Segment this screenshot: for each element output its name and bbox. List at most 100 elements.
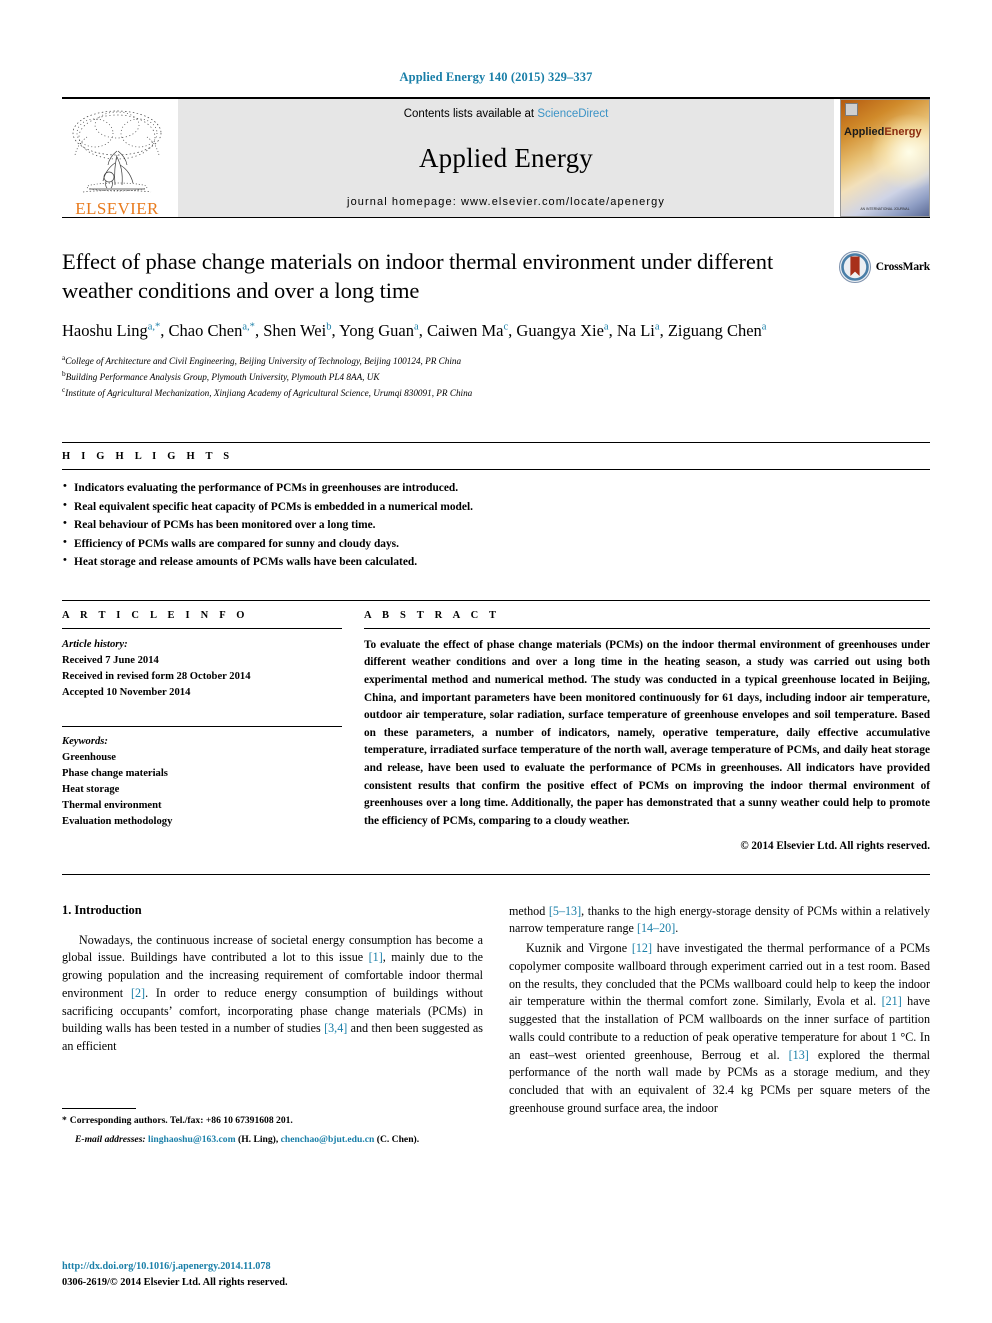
info-abstract-section: A R T I C L E I N F O Article history: R… <box>62 599 930 852</box>
citation-link[interactable]: [12] <box>632 941 652 955</box>
elsevier-tree-icon <box>72 110 162 193</box>
keyword-item: Heat storage <box>62 784 120 796</box>
highlights-list: Indicators evaluating the performance of… <box>62 478 930 571</box>
paragraph-text: . <box>675 921 679 936</box>
author-affiliation-marker: b <box>326 321 332 333</box>
issn-copyright: 0306-2619/© 2014 Elsevier Ltd. All right… <box>62 1276 288 1288</box>
author-affiliation-marker: c <box>503 321 509 333</box>
paper-page: Applied Energy 140 (2015) 329–337 ELSEVI… <box>0 0 992 1323</box>
abstract-text: To evaluate the effect of phase change m… <box>364 638 930 827</box>
body-top-rule <box>62 873 930 875</box>
article-history-block: Article history: Received 7 June 2014 Rec… <box>62 637 342 701</box>
citation-link[interactable]: [3,4] <box>324 1021 347 1035</box>
abstract-column: A B S T R A C T To evaluate the effect o… <box>364 610 930 852</box>
abstract-rule <box>364 627 930 629</box>
footnote-star: * <box>62 1114 67 1126</box>
keyword-item: Phase change materials <box>62 768 168 780</box>
journal-cover-thumbnail: AppliedEnergy AN INTERNATIONAL JOURNAL <box>840 99 930 217</box>
page-footer: http://dx.doi.org/10.1016/j.apenergy.201… <box>62 1260 288 1290</box>
highlight-item: Efficiency of PCMs walls are compared fo… <box>62 534 930 553</box>
elsevier-logo: ELSEVIER <box>62 99 172 217</box>
intro-paragraph-left: Nowadays, the continuous increase of soc… <box>62 932 483 1056</box>
body-column-right: method [5–13], thanks to the high energy… <box>509 903 930 1148</box>
paragraph-text: Kuznik and Virgone <box>526 941 632 956</box>
cover-emblem-icon <box>845 103 858 116</box>
footnote-emails: E-mail addresses: linghaoshu@163.com (H.… <box>62 1133 483 1147</box>
elsevier-wordmark: ELSEVIER <box>75 199 159 218</box>
journal-banner: Contents lists available at ScienceDirec… <box>178 99 834 217</box>
body-column-left: 1. Introduction Nowadays, the continuous… <box>62 903 483 1148</box>
footnote-block: * Corresponding authors. Tel./fax: +86 10… <box>62 1107 483 1148</box>
crossmark-badge[interactable]: CrossMark <box>822 248 930 400</box>
abstract-copyright: © 2014 Elsevier Ltd. All rights reserved… <box>740 839 930 852</box>
article-info-heading: A R T I C L E I N F O <box>62 609 249 621</box>
page-title: Effect of phase change materials on indo… <box>62 249 774 303</box>
keywords-rule <box>62 726 342 728</box>
keywords-label: Keywords: <box>62 736 108 748</box>
history-lines: Received 7 June 2014 Received in revised … <box>62 653 342 701</box>
author-affiliation-marker: a,* <box>242 321 255 333</box>
footnote-corresponding-text: Corresponding authors. Tel./fax: +86 10 … <box>69 1114 293 1126</box>
article-info-column: A R T I C L E I N F O Article history: R… <box>62 610 364 852</box>
author-list: Haoshu Linga,*, Chao Chena,*, Shen Weib,… <box>62 321 767 341</box>
citation-link[interactable]: [14–20] <box>637 921 675 935</box>
author-name: Na Li <box>616 321 655 341</box>
keyword-item: Evaluation methodology <box>62 815 173 827</box>
author-name: Guangya Xie <box>516 321 604 341</box>
author-affiliation-marker: a <box>414 321 419 333</box>
author-affiliation-marker: a <box>603 321 609 333</box>
affiliation-line: aCollege of Architecture and Civil Engin… <box>62 352 462 366</box>
body-columns: 1. Introduction Nowadays, the continuous… <box>62 903 930 1148</box>
author-name: Shen Wei <box>263 321 327 341</box>
citation-link[interactable]: [21] <box>882 994 902 1008</box>
keywords-block: Keywords: Greenhouse Phase change materia… <box>62 734 342 829</box>
author-affiliation-marker: a <box>654 321 660 333</box>
citation-link[interactable]: [1] <box>369 950 383 964</box>
email-owner-2: (C. Chen). <box>376 1134 420 1146</box>
author-name: Yong Guan <box>339 321 414 341</box>
history-line: Received 7 June 2014 <box>62 654 159 666</box>
journal-masthead: ELSEVIER Contents lists available at Sci… <box>62 97 930 217</box>
affiliation-list: aCollege of Architecture and Civil Engin… <box>62 352 812 401</box>
affiliation-line: cInstitute of Agricultural Mechanization… <box>62 385 473 399</box>
cover-title: AppliedEnergy <box>844 126 922 138</box>
sciencedirect-link[interactable]: ScienceDirect <box>537 108 608 120</box>
crossmark-label: CrossMark <box>875 261 930 273</box>
doi-link[interactable]: http://dx.doi.org/10.1016/j.apenergy.201… <box>62 1260 288 1275</box>
email-link-2[interactable]: chenchao@bjut.edu.cn <box>281 1134 375 1145</box>
footnote-rule <box>62 1107 136 1109</box>
history-line: Received in revised form 28 October 2014 <box>62 670 251 682</box>
footnote-corresponding: * Corresponding authors. Tel./fax: +86 10… <box>62 1114 483 1128</box>
highlight-item: Indicators evaluating the performance of… <box>62 478 930 497</box>
email-link-1[interactable]: linghaoshu@163.com <box>148 1134 236 1145</box>
contents-prefix: Contents lists available at <box>403 108 538 120</box>
journal-reference: Applied Energy 140 (2015) 329–337 <box>399 70 593 84</box>
highlights-top-rule: H I G H L I G H T S <box>62 442 930 462</box>
keyword-item: Greenhouse <box>62 752 116 764</box>
journal-title: Applied Energy <box>418 142 593 173</box>
highlight-item: Real equivalent specific heat capacity o… <box>62 497 930 516</box>
highlights-section: H I G H L I G H T S Indicators evaluatin… <box>62 442 930 571</box>
highlights-heading: H I G H L I G H T S <box>62 451 234 463</box>
journal-homepage-link[interactable]: journal homepage: www.elsevier.com/locat… <box>347 196 665 208</box>
highlight-item: Heat storage and release amounts of PCMs… <box>62 552 930 571</box>
author-name: Haoshu Ling <box>62 321 148 341</box>
citation-link[interactable]: [5–13] <box>549 904 581 918</box>
email-label: E-mail addresses: <box>75 1134 146 1146</box>
citation-link[interactable]: [13] <box>789 1048 809 1062</box>
cover-footer-text: AN INTERNATIONAL JOURNAL <box>860 206 910 211</box>
intro-paragraph-right-2: Kuznik and Virgone [12] have investigate… <box>509 940 930 1118</box>
paragraph-text: method <box>509 903 549 918</box>
contents-line: Contents lists available at ScienceDirec… <box>404 108 609 120</box>
article-history-label: Article history: <box>62 638 128 650</box>
title-block: Effect of phase change materials on indo… <box>62 218 930 400</box>
history-line: Accepted 10 November 2014 <box>62 686 191 698</box>
email-owner-1: (H. Ling), <box>238 1134 279 1146</box>
intro-paragraph-right-1: method [5–13], thanks to the high energy… <box>509 903 930 939</box>
citation-link[interactable]: [2] <box>131 986 145 1000</box>
author-affiliation-marker: a <box>761 321 767 333</box>
article-info-rule <box>62 627 342 629</box>
introduction-heading: 1. Introduction <box>62 902 142 917</box>
author-name: Chao Chen <box>168 321 243 341</box>
highlight-item: Real behaviour of PCMs has been monitore… <box>62 515 930 534</box>
